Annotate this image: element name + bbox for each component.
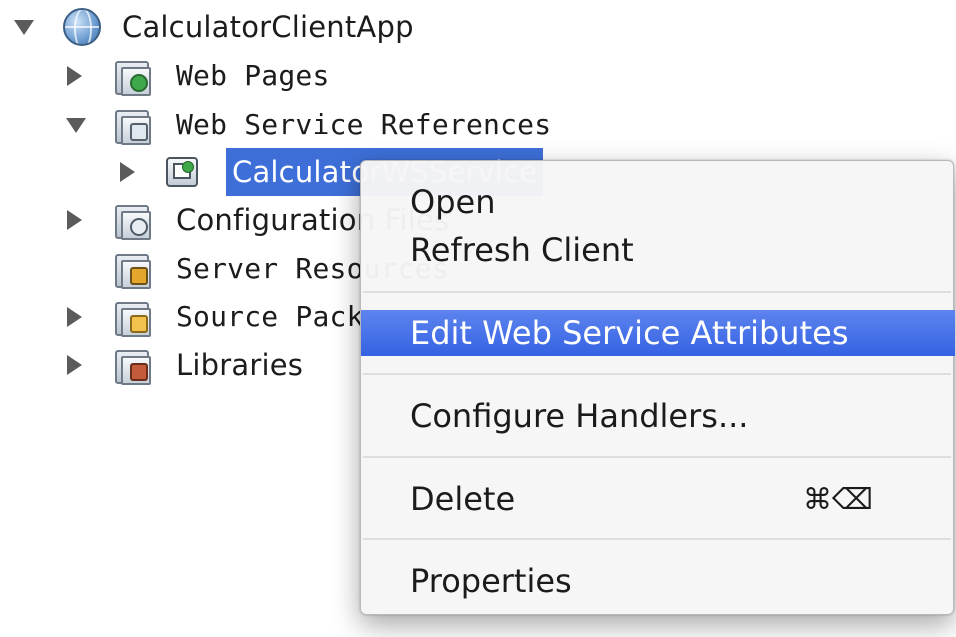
menu-item-label: Properties xyxy=(410,562,572,600)
collapse-arrow-icon[interactable] xyxy=(67,210,82,230)
menu-item-label: Delete xyxy=(410,480,516,518)
menu-separator xyxy=(363,291,951,293)
web-service-folder-icon xyxy=(113,108,151,145)
context-menu: Open Refresh Client Edit Web Service Att… xyxy=(360,160,955,615)
collapse-arrow-icon[interactable] xyxy=(120,162,135,182)
menu-item-properties[interactable]: Properties xyxy=(361,558,955,604)
menu-item-delete[interactable]: Delete ⌘⌫ xyxy=(361,476,955,522)
web-pages-folder-icon xyxy=(113,59,151,96)
tree-node-label: CalculatorClientApp xyxy=(122,10,414,44)
menu-item-label: Open xyxy=(410,183,496,221)
tree-node-label: Web Pages xyxy=(176,59,330,92)
globe-icon xyxy=(63,8,101,46)
menu-separator xyxy=(363,456,951,458)
menu-item-label: Refresh Client xyxy=(410,231,634,269)
menu-item-configure-handlers[interactable]: Configure Handlers... xyxy=(361,393,955,439)
menu-separator xyxy=(363,538,951,540)
tree-node-label: Web Service References xyxy=(176,108,552,141)
library-folder-icon xyxy=(113,348,151,385)
expand-arrow-icon[interactable] xyxy=(66,118,86,133)
menu-item-label: Edit Web Service Attributes xyxy=(410,314,849,352)
tree-node-web-pages[interactable]: Web Pages xyxy=(0,54,440,98)
tree-node-web-service-references[interactable]: Web Service References xyxy=(0,103,560,147)
collapse-arrow-icon[interactable] xyxy=(67,307,82,327)
tree-node-label: Libraries xyxy=(176,348,304,382)
tree-node-root[interactable]: CalculatorClientApp xyxy=(0,5,440,49)
menu-separator xyxy=(363,373,951,375)
menu-item-refresh-client[interactable]: Refresh Client xyxy=(361,227,955,273)
collapse-arrow-icon[interactable] xyxy=(67,355,82,375)
web-service-icon xyxy=(166,157,198,187)
server-folder-icon xyxy=(113,252,151,289)
expand-arrow-icon[interactable] xyxy=(14,20,34,35)
config-folder-icon xyxy=(113,203,151,240)
collapse-arrow-icon[interactable] xyxy=(67,66,82,86)
source-folder-icon xyxy=(113,300,151,337)
menu-item-label: Configure Handlers... xyxy=(410,397,749,435)
menu-item-open[interactable]: Open xyxy=(361,179,955,225)
menu-item-edit-web-service-attributes[interactable]: Edit Web Service Attributes xyxy=(361,310,955,356)
screenshot-stage: CalculatorClientApp Web Pages Web Servic… xyxy=(0,0,956,637)
delete-shortcut: ⌘⌫ xyxy=(802,482,873,516)
